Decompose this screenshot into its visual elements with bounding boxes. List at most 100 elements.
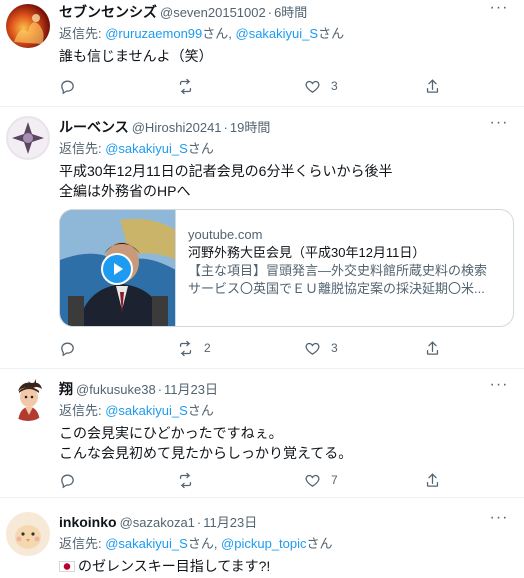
mention-link[interactable]: @sakakiyui_S (105, 141, 188, 156)
tweet-text-line: 平成30年12月11日の記者会見の6分半くらいから後半 (59, 163, 393, 179)
tweet-header: inkoinko @sazakoza1 · 11月23日 (59, 513, 510, 531)
avatar[interactable] (6, 512, 50, 556)
tweet-text: 誰も信じませんよ（笑） (59, 46, 510, 66)
reply-button[interactable] (59, 76, 76, 96)
retweet-icon (179, 78, 192, 94)
separator-dot: · (157, 382, 163, 397)
like-button[interactable]: 7 (304, 470, 338, 490)
separator-dot: · (196, 515, 202, 530)
tweet-text: この会見実にひどかったですねぇ。 こんな会見初めて見たからしっかり覚えてる。 (59, 423, 510, 463)
card-description: 【主な項目】冒頭発言―外交史料館所蔵史料の検索 サービス〇英国でＥＵ離脱協定案の… (188, 262, 507, 298)
more-dots-icon[interactable]: ··· (488, 377, 510, 398)
retweet-button[interactable] (177, 470, 194, 490)
reply-to-line: 返信先: @sakakiyui_Sさん (59, 139, 510, 159)
retweet-icon (179, 472, 192, 488)
avatar[interactable] (6, 377, 50, 421)
tweet-text-line: 誰も信じませんよ（笑） (59, 48, 213, 64)
like-button[interactable]: 3 (304, 76, 338, 96)
reply-suffix: さん (318, 26, 345, 41)
display-name[interactable]: 翔 (59, 381, 73, 397)
video-thumbnail[interactable] (60, 210, 176, 326)
heart-icon (305, 474, 320, 487)
share-button[interactable] (424, 76, 441, 96)
avatar-flame-art (14, 14, 44, 44)
like-count: 3 (331, 341, 338, 355)
more-dots-icon[interactable]: ··· (488, 510, 510, 531)
tweet-text-line: のゼレンスキー目指してます?! (78, 558, 271, 574)
display-name[interactable]: セブンセンシズ (59, 4, 157, 20)
reply-suffix: さん (187, 403, 214, 418)
tweet-text-line: 全編は外務省のHPへ (59, 183, 191, 199)
user-handle[interactable]: @Hiroshi20241 (132, 120, 222, 135)
display-name[interactable]: inkoinko (59, 514, 117, 530)
share-icon (426, 78, 439, 93)
reply-icon (61, 474, 74, 488)
separator-dot: · (223, 120, 228, 135)
retweet-icon (179, 340, 192, 356)
tweet-3[interactable]: 翔 @fukusuke38 · 11月23日 ··· 返信先: @sakakiyui_… (0, 369, 524, 498)
mention-link[interactable]: @pickup_topic (221, 536, 306, 551)
separator-dot: · (267, 5, 273, 20)
tweet-header: セブンセンシズ @seven20151002 · 6時間 (59, 3, 510, 21)
japan-flag-emoji: 🇯🇵 (59, 560, 75, 572)
share-icon (426, 472, 439, 487)
reply-to-line: 返信先: @sakakiyui_Sさん, @pickup_topicさん (59, 534, 510, 554)
tweet-header: 翔 @fukusuke38 · 11月23日 (59, 380, 510, 398)
reply-icon (61, 80, 74, 94)
reply-suffix: さん (187, 141, 214, 156)
card-domain: youtube.com (188, 227, 263, 242)
display-name[interactable]: ルーベンス (59, 119, 129, 135)
tweet-text-line: この会見実にひどかったですねぇ。 (59, 425, 283, 441)
tweet-1[interactable]: セブンセンシズ @seven20151002 · 6時間 ··· 返信先: @ruru… (0, 0, 524, 107)
share-button[interactable] (424, 338, 441, 358)
share-icon (426, 340, 439, 355)
reply-to-line: 返信先: @sakakiyui_Sさん (59, 401, 510, 421)
reply-button[interactable] (59, 338, 76, 358)
link-preview-card[interactable]: youtube.com 河野外務大臣会見（平成30年12月11日） 【主な項目】… (59, 209, 514, 327)
retweet-button[interactable] (177, 76, 194, 96)
reply-prefix: 返信先: (59, 26, 106, 41)
reply-suffix: さん (306, 536, 333, 551)
user-handle[interactable]: @fukusuke38 (76, 382, 156, 397)
like-button[interactable]: 3 (304, 338, 338, 358)
avatar[interactable] (6, 4, 50, 48)
action-bar: 2 3 (59, 338, 479, 358)
share-button[interactable] (424, 470, 441, 490)
retweet-button[interactable]: 2 (177, 338, 211, 358)
reply-to-line: 返信先: @ruruzaemon99さん, @sakakiyui_Sさん (59, 24, 510, 44)
timestamp[interactable]: 11月23日 (203, 515, 257, 530)
more-dots-icon[interactable]: ··· (488, 115, 510, 136)
card-title: 河野外務大臣会見（平成30年12月11日） (188, 245, 426, 260)
mention-separator: さん, (202, 26, 236, 41)
avatar-bird-art (6, 512, 50, 556)
avatar-character-art (18, 379, 42, 421)
like-count: 7 (331, 473, 338, 487)
heart-icon (305, 80, 320, 93)
tweet-2[interactable]: ルーベンス @Hiroshi20241 · 19時間 ··· 返信先: @sakaki… (0, 107, 524, 369)
timestamp[interactable]: 6時間 (274, 5, 307, 20)
action-bar: 3 (59, 76, 479, 96)
mention-link[interactable]: @sakakiyui_S (105, 403, 188, 418)
user-handle[interactable]: @sazakoza1 (120, 515, 195, 530)
more-dots-icon[interactable]: ··· (488, 0, 510, 21)
avatar[interactable] (6, 116, 50, 160)
reply-prefix: 返信先: (59, 536, 106, 551)
card-description-line: 【主な項目】冒頭発言―外交史料館所蔵史料の検索 (188, 263, 488, 278)
mention-link[interactable]: @sakakiyui_S (105, 536, 188, 551)
action-bar: 7 (59, 470, 479, 490)
timestamp[interactable]: 19時間 (230, 120, 270, 135)
mention-link[interactable]: @sakakiyui_S (236, 26, 319, 41)
tweet-text: 🇯🇵 のゼレンスキー目指してます?! (59, 556, 510, 576)
reply-prefix: 返信先: (59, 403, 106, 418)
reply-button[interactable] (59, 470, 76, 490)
avatar-crest-art (8, 118, 48, 158)
mention-separator: さん, (187, 536, 222, 551)
timestamp[interactable]: 11月23日 (164, 382, 218, 397)
mention-link[interactable]: @ruruzaemon99 (105, 26, 202, 41)
tweet-header: ルーベンス @Hiroshi20241 · 19時間 (59, 118, 510, 136)
reply-icon (61, 342, 74, 356)
tweet-4[interactable]: inkoinko @sazakoza1 · 11月23日 ··· 返信先: @saka… (0, 498, 524, 578)
user-handle[interactable]: @seven20151002 (160, 5, 266, 20)
card-description-line: サービス〇英国でＥＵ離脱協定案の採決延期〇米... (188, 281, 485, 296)
play-icon[interactable] (101, 253, 133, 285)
